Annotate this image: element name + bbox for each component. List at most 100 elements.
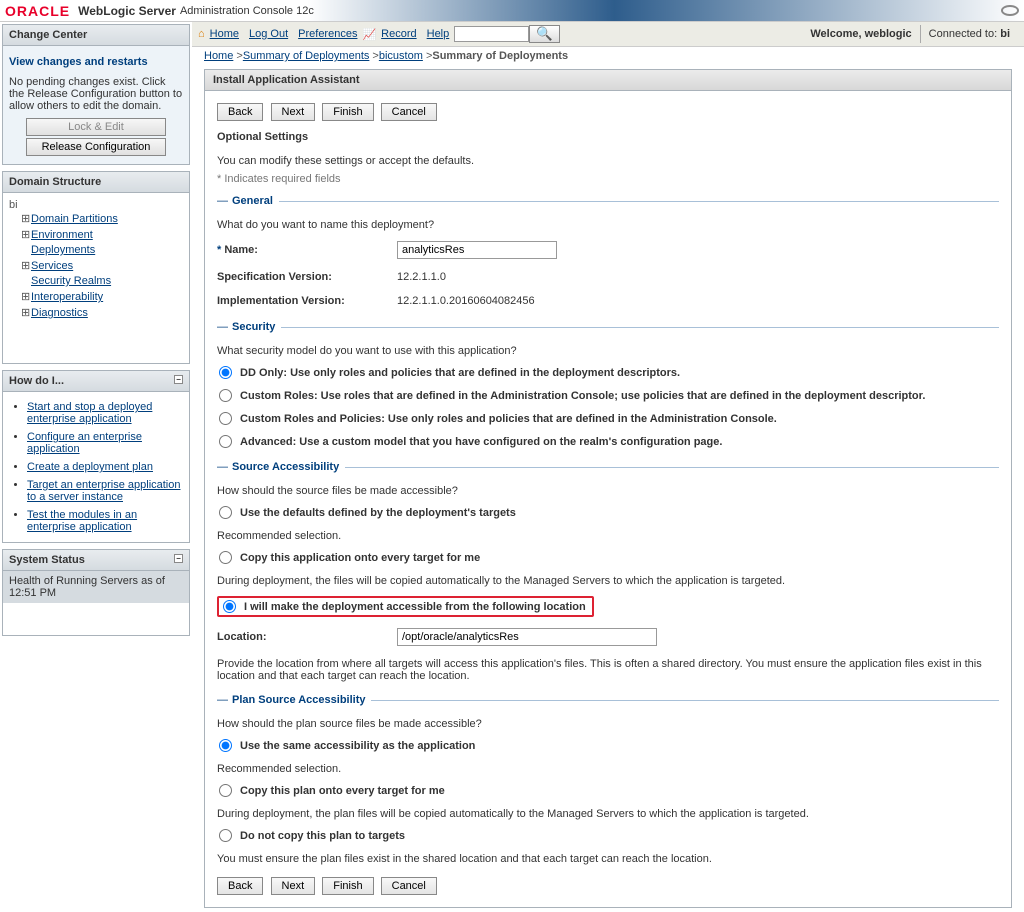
source-rec: Recommended selection.	[217, 524, 999, 546]
how-do-i-portlet: How do I...− Start and stop a deployed e…	[2, 370, 190, 543]
radio-plan-nocopy[interactable]	[219, 829, 232, 842]
collapse-icon[interactable]: −	[174, 375, 183, 384]
legend-plan: Plan Source Accessibility	[232, 694, 365, 706]
radio-dd-only[interactable]	[219, 366, 232, 379]
spec-label: Specification Version:	[217, 271, 397, 283]
cancel-button[interactable]: Cancel	[381, 103, 437, 121]
radio-location-label: I will make the deployment accessible fr…	[244, 601, 586, 613]
domain-structure-portlet: Domain Structure bi ⊞Domain Partitions ⊞…	[2, 171, 190, 364]
source-copy-desc: During deployment, the files will be cop…	[217, 569, 999, 591]
radio-copy-app[interactable]	[219, 551, 232, 564]
bc-current: Summary of Deployments	[432, 50, 568, 62]
name-input[interactable]	[397, 241, 557, 259]
radio-use-defaults[interactable]	[219, 506, 232, 519]
legend-security: Security	[232, 321, 275, 333]
legend-general: General	[232, 195, 273, 207]
connected-domain: bi	[1000, 28, 1010, 40]
how-do-i-title: How do I...−	[3, 371, 189, 392]
header-bar: ORACLE WebLogic Server Administration Co…	[0, 0, 1024, 22]
help-create-plan[interactable]: Create a deployment plan	[27, 461, 153, 473]
tree-diagnostics[interactable]: Diagnostics	[31, 307, 88, 319]
radio-advanced[interactable]	[219, 435, 232, 448]
domain-structure-title: Domain Structure	[3, 172, 189, 193]
security-question: What security model do you want to use w…	[217, 339, 999, 361]
system-status-portlet: System Status− Health of Running Servers…	[2, 549, 190, 636]
lock-edit-button: Lock & Edit	[26, 118, 166, 136]
required-hint: * Indicates required fields	[217, 171, 999, 187]
search-input[interactable]	[454, 26, 529, 42]
radio-plan-nocopy-label: Do not copy this plan to targets	[240, 830, 405, 842]
back-button[interactable]: Back	[217, 103, 263, 121]
preferences-link[interactable]: Preferences	[298, 28, 357, 40]
home-link[interactable]: Home	[210, 28, 239, 40]
help-start-stop[interactable]: Start and stop a deployed enterprise app…	[27, 401, 152, 425]
optional-desc: You can modify these settings or accept …	[217, 149, 999, 171]
oracle-logo: ORACLE	[5, 3, 70, 19]
tree-security-realms[interactable]: Security Realms	[31, 275, 111, 287]
tree-root: bi	[9, 199, 183, 211]
radio-custom-roles[interactable]	[219, 389, 232, 402]
status-row	[9, 625, 183, 629]
name-label: Name:	[224, 244, 258, 256]
radio-plan-copy-label: Copy this plan onto every target for me	[240, 785, 445, 797]
system-status-title: System Status−	[3, 550, 189, 571]
legend-source: Source Accessibility	[232, 461, 339, 473]
search-button[interactable]: 🔍	[529, 25, 560, 43]
plan-copy-desc: During deployment, the plan files will b…	[217, 802, 999, 824]
view-changes-link[interactable]: View changes and restarts	[9, 52, 183, 72]
finish-button-bottom[interactable]: Finish	[322, 877, 373, 895]
location-input[interactable]	[397, 628, 657, 646]
health-timestamp: Health of Running Servers as of 12:51 PM	[3, 571, 189, 603]
radio-custom-roles-policies[interactable]	[219, 412, 232, 425]
radio-plan-same[interactable]	[219, 739, 232, 752]
spec-value: 12.2.1.1.0	[397, 271, 999, 283]
next-button[interactable]: Next	[271, 103, 316, 121]
optional-settings-title: Optional Settings	[217, 125, 999, 149]
bc-home[interactable]: Home	[204, 50, 233, 62]
help-configure-app[interactable]: Configure an enterprise application	[27, 431, 142, 455]
breadcrumb: Home >Summary of Deployments >bicustom >…	[192, 47, 1024, 65]
tree-environment[interactable]: Environment	[31, 229, 93, 241]
change-center-portlet: Change Center View changes and restarts …	[2, 24, 190, 165]
help-target-app[interactable]: Target an enterprise application to a se…	[27, 479, 180, 503]
next-button-bottom[interactable]: Next	[271, 877, 316, 895]
logout-link[interactable]: Log Out	[249, 28, 288, 40]
plan-question: How should the plan source files be made…	[217, 712, 999, 734]
bc-summary[interactable]: Summary of Deployments	[243, 50, 370, 62]
cancel-button-bottom[interactable]: Cancel	[381, 877, 437, 895]
general-question: What do you want to name this deployment…	[217, 213, 999, 235]
location-desc: Provide the location from where all targ…	[217, 652, 999, 686]
radio-plan-same-label: Use the same accessibility as the applic…	[240, 740, 475, 752]
bc-bicustom[interactable]: bicustom	[379, 50, 423, 62]
finish-button[interactable]: Finish	[322, 103, 373, 121]
tree-interoperability[interactable]: Interoperability	[31, 291, 103, 303]
radio-custom-roles-label: Custom Roles: Use roles that are defined…	[240, 390, 925, 402]
radio-location[interactable]	[223, 600, 236, 613]
radio-dd-only-label: DD Only: Use only roles and policies tha…	[240, 367, 680, 379]
help-test-modules[interactable]: Test the modules in an enterprise applic…	[27, 509, 137, 533]
plan-rec: Recommended selection.	[217, 757, 999, 779]
radio-copy-app-label: Copy this application onto every target …	[240, 552, 480, 564]
change-center-text: No pending changes exist. Click the Rele…	[9, 72, 183, 116]
radio-plan-copy[interactable]	[219, 784, 232, 797]
connected-label: Connected to:	[929, 28, 998, 40]
product-subtitle: Administration Console 12c	[180, 5, 314, 17]
radio-advanced-label: Advanced: Use a custom model that you ha…	[240, 436, 722, 448]
tree-deployments[interactable]: Deployments	[31, 244, 95, 256]
tree-domain-partitions[interactable]: Domain Partitions	[31, 213, 118, 225]
back-button-bottom[interactable]: Back	[217, 877, 263, 895]
product-name: WebLogic Server	[78, 4, 176, 18]
record-icon: 📈	[362, 28, 376, 41]
change-center-title: Change Center	[3, 25, 189, 46]
record-link[interactable]: Record	[381, 28, 416, 40]
home-icon: ⌂	[198, 28, 205, 40]
assistant-title: Install Application Assistant	[205, 70, 1011, 91]
toolbar: ⌂ Home Log Out Preferences 📈 Record Help…	[192, 22, 1024, 47]
tree-services[interactable]: Services	[31, 260, 73, 272]
help-link[interactable]: Help	[427, 28, 450, 40]
source-question: How should the source files be made acce…	[217, 479, 999, 501]
impl-value: 12.2.1.1.0.20160604082456	[397, 295, 999, 307]
impl-label: Implementation Version:	[217, 295, 397, 307]
collapse-icon[interactable]: −	[174, 554, 183, 563]
release-config-button[interactable]: Release Configuration	[26, 138, 166, 156]
